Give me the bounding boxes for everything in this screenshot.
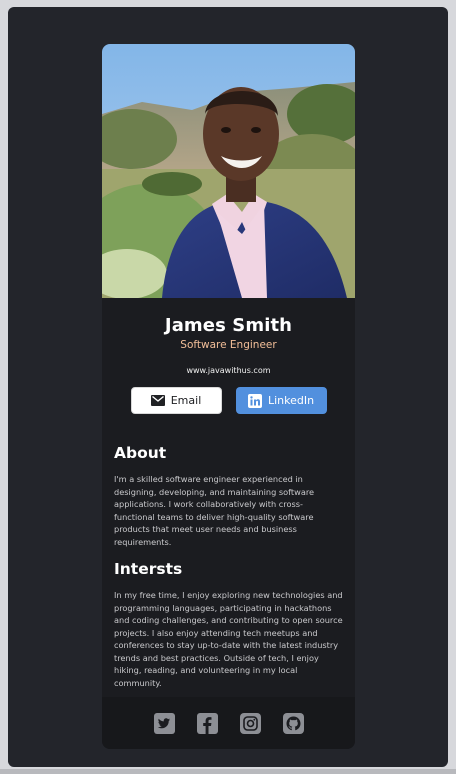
profile-content: About I'm a skilled software engineer ex… [102, 444, 355, 689]
profile-title: Software Engineer [180, 339, 277, 351]
linkedin-button[interactable]: LinkedIn [235, 387, 327, 414]
about-heading: About [114, 444, 167, 462]
instagram-icon[interactable] [239, 712, 261, 734]
website-link[interactable]: www.javawithus.com [102, 366, 355, 375]
linkedin-icon [247, 393, 262, 408]
about-text: I'm a skilled software engineer experien… [114, 474, 315, 547]
mail-icon [150, 395, 165, 406]
profile-card: James Smith Software Engineer www.javawi… [102, 44, 355, 749]
interests-heading: Intersts [114, 560, 183, 578]
interests-text: In my free time, I enjoy exploring new t… [114, 590, 343, 688]
email-button[interactable]: Email [130, 387, 222, 414]
contact-buttons: Email LinkedIn [130, 387, 327, 414]
facebook-icon[interactable] [196, 712, 218, 734]
linkedin-button-label: LinkedIn [267, 394, 315, 407]
twitter-icon[interactable] [153, 712, 175, 734]
window-bottom-edge [0, 769, 456, 774]
profile-name: James Smith [164, 315, 293, 336]
social-footer [102, 697, 355, 749]
profile-photo [102, 44, 355, 298]
github-icon[interactable] [282, 712, 304, 734]
email-button-label: Email [170, 394, 202, 407]
